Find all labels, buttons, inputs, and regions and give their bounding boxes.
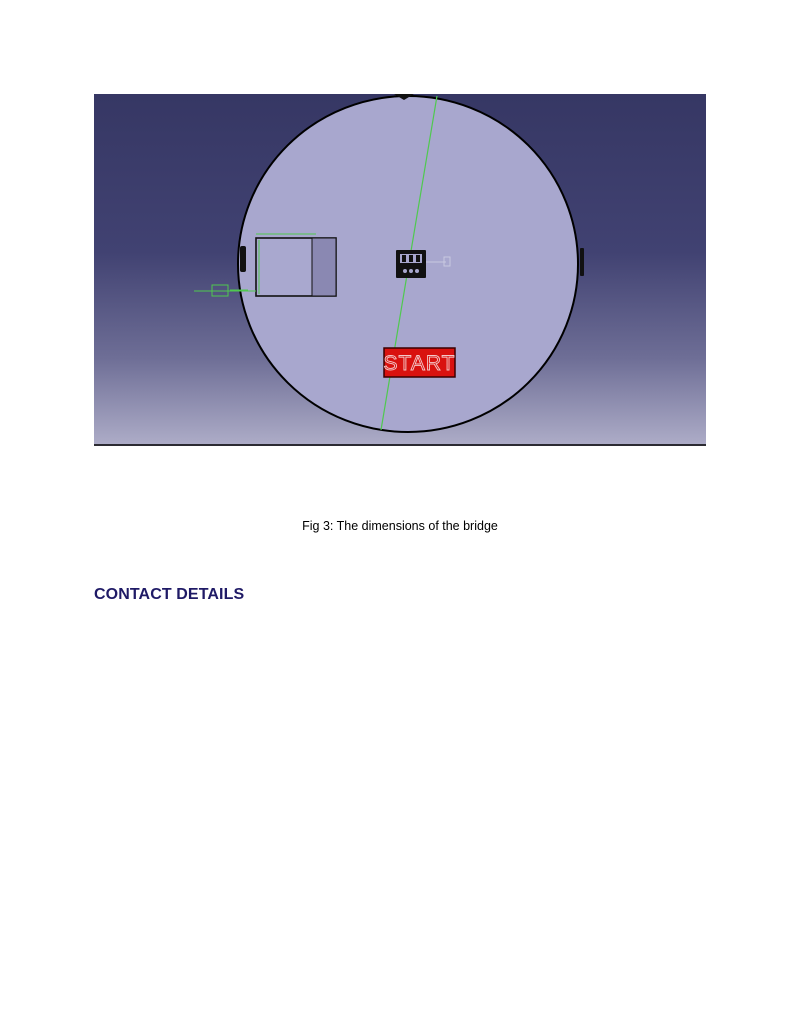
start-label: START [384,352,456,375]
section-heading: CONTACT DETAILS [94,586,245,603]
chip-dot-1 [403,269,407,273]
sensor-box-side [311,237,337,297]
figure-caption: Fig 3: The dimensions of the bridge [302,519,498,533]
bridge-figure: START [94,94,706,446]
chip-pin-3 [416,255,420,262]
chip-dot-3 [415,269,419,273]
chip-pin-2 [409,255,413,262]
chip-dot-2 [409,269,413,273]
chip-pin-1 [402,255,406,262]
left-clip [240,246,246,272]
right-clip [580,248,584,276]
cad-render: START [94,94,706,446]
